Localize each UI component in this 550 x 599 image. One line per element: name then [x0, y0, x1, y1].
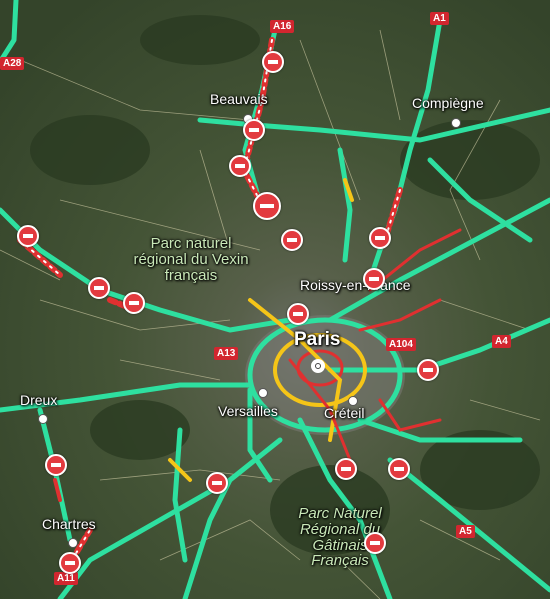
road-closure-icon[interactable]	[262, 51, 284, 73]
road-closure-icon[interactable]	[206, 472, 228, 494]
road-closure-icon[interactable]	[59, 552, 81, 574]
city-label-beauvais[interactable]: Beauvais	[210, 92, 268, 106]
road-closure-icon[interactable]	[243, 119, 265, 141]
road-closure-icon[interactable]	[123, 292, 145, 314]
road-closure-icon[interactable]	[369, 227, 391, 249]
road-closure-icon[interactable]	[363, 268, 385, 290]
road-closure-icon[interactable]	[88, 277, 110, 299]
road-shield-a13: A13	[214, 347, 239, 360]
map-canvas	[0, 0, 550, 599]
road-shield-a5: A5	[456, 525, 475, 538]
road-shield-a16: A16	[270, 20, 295, 33]
road-closure-icon[interactable]	[253, 192, 281, 220]
road-shield-a11: A11	[54, 572, 78, 585]
city-label-versailles[interactable]: Versailles	[218, 404, 278, 418]
road-closure-icon[interactable]	[281, 229, 303, 251]
road-closure-icon[interactable]	[388, 458, 410, 480]
road-shield-a104: A104	[386, 338, 416, 351]
city-label-chartres[interactable]: Chartres	[42, 517, 96, 531]
road-shield-a4: A4	[492, 335, 511, 348]
road-closure-icon[interactable]	[287, 303, 309, 325]
city-center-icon	[311, 359, 325, 373]
city-label-creteil[interactable]: Créteil	[324, 406, 364, 420]
city-label-compiegne[interactable]: Compiègne	[412, 96, 484, 110]
city-marker-compiegne	[451, 118, 461, 128]
park-label-vexin: Parc naturel régional du Vexin français	[133, 235, 249, 284]
traffic-map[interactable]: A16 A1 A28 A13 A104 A4 A5 A11 Parc natur…	[0, 0, 550, 599]
road-closure-icon[interactable]	[45, 454, 67, 476]
city-marker-chartres	[68, 538, 78, 548]
road-closure-icon[interactable]	[17, 225, 39, 247]
road-closure-icon[interactable]	[229, 155, 251, 177]
city-marker-dreux	[38, 414, 48, 424]
road-closure-icon[interactable]	[335, 458, 357, 480]
city-marker-versailles	[258, 388, 268, 398]
road-shield-a1: A1	[430, 12, 449, 25]
city-label-paris[interactable]: Paris	[294, 330, 340, 349]
city-marker-creteil	[348, 396, 358, 406]
road-closure-icon[interactable]	[364, 532, 386, 554]
city-label-roissy[interactable]: Roissy-en-France	[300, 278, 410, 292]
road-shield-a28: A28	[0, 57, 25, 70]
road-closure-icon[interactable]	[417, 359, 439, 381]
city-label-dreux[interactable]: Dreux	[20, 393, 57, 407]
